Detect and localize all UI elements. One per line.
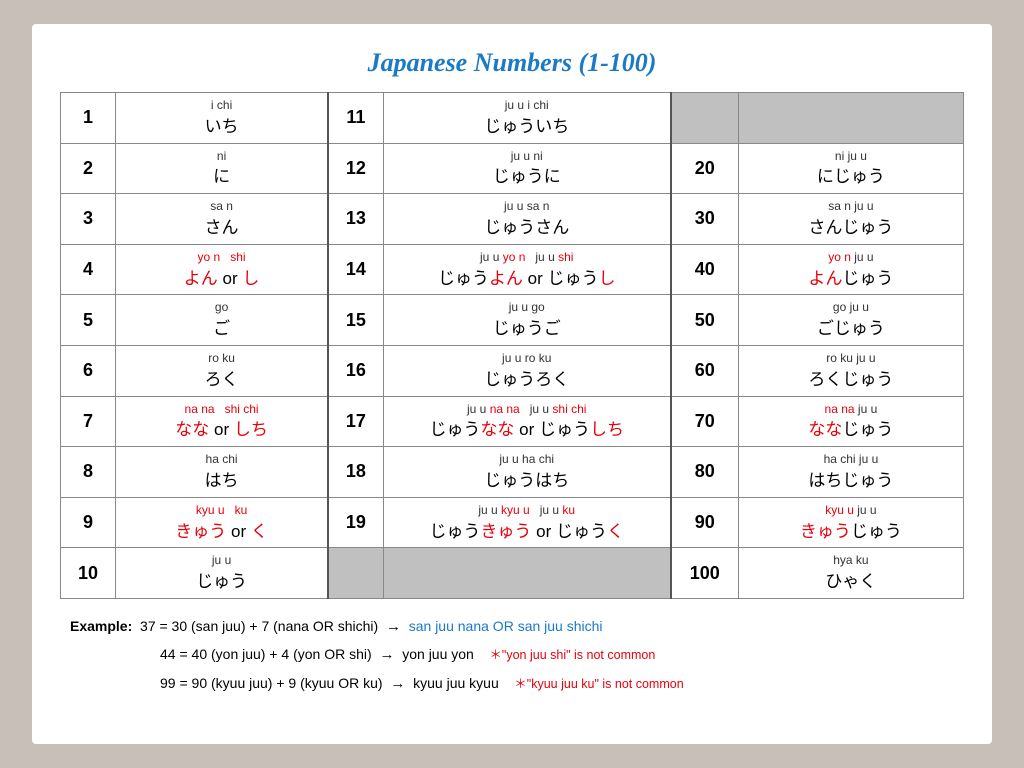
num-16: 16 [328, 345, 383, 396]
word-14: ju u yo n ju u shi じゅうよん or じゅうし [383, 244, 671, 295]
num-60: 60 [671, 345, 739, 396]
num-10: 10 [61, 548, 116, 599]
num-1: 1 [61, 93, 116, 144]
num-80: 80 [671, 447, 739, 498]
num-18: 18 [328, 447, 383, 498]
word-4: yo n shi よん or し [116, 244, 329, 295]
word-30: sa n ju u さんじゅう [738, 194, 963, 245]
num-8: 8 [61, 447, 116, 498]
example-2: 44 = 40 (yon juu) + 4 (yon OR shi) → yon… [160, 641, 964, 670]
example-1: Example: 37 = 30 (san juu) + 7 (nana OR … [70, 613, 964, 642]
numbers-table: 1 i chi いち 11 ju u i chi じゅういち 2 ni に 12… [60, 92, 964, 599]
num-20: 20 [671, 143, 739, 194]
word-1: i chi いち [116, 93, 329, 144]
word-9: kyu u ku きゅう or く [116, 497, 329, 548]
word-2: ni に [116, 143, 329, 194]
num-9: 9 [61, 497, 116, 548]
word-11: ju u i chi じゅういち [383, 93, 671, 144]
ex2-note: ＊"yon juu shi" is not common [489, 648, 655, 662]
ex1-answer: san juu nana OR san juu shichi [409, 618, 603, 634]
num-col3-1 [671, 93, 739, 144]
ex3-note: ＊"kyuu juu ku" is not common [514, 677, 683, 691]
word-13: ju u sa n じゅうさん [383, 194, 671, 245]
word-18: ju u ha chi じゅうはち [383, 447, 671, 498]
num-50: 50 [671, 295, 739, 346]
num-5: 5 [61, 295, 116, 346]
num-7: 7 [61, 396, 116, 447]
num-13: 13 [328, 194, 383, 245]
word-15: ju u go じゅうご [383, 295, 671, 346]
word-8: ha chi はち [116, 447, 329, 498]
num-4: 4 [61, 244, 116, 295]
word-12: ju u ni じゅうに [383, 143, 671, 194]
num-14: 14 [328, 244, 383, 295]
num-col2-10 [328, 548, 383, 599]
word-10: ju u じゅう [116, 548, 329, 599]
word-6: ro ku ろく [116, 345, 329, 396]
word-16: ju u ro ku じゅうろく [383, 345, 671, 396]
num-15: 15 [328, 295, 383, 346]
num-3: 3 [61, 194, 116, 245]
examples-section: Example: 37 = 30 (san juu) + 7 (nana OR … [60, 613, 964, 699]
word-17: ju u na na ju u shi chi じゅうなな or じゅうしち [383, 396, 671, 447]
word-80: ha chi ju u はちじゅう [738, 447, 963, 498]
word-20: ni ju u にじゅう [738, 143, 963, 194]
word-40: yo n ju u よんじゅう [738, 244, 963, 295]
num-30: 30 [671, 194, 739, 245]
example-3: 99 = 90 (kyuu juu) + 9 (kyuu OR ku) → ky… [160, 670, 964, 699]
page-title: Japanese Numbers (1-100) [60, 48, 964, 78]
word-5: go ご [116, 295, 329, 346]
word-70: na na ju u ななじゅう [738, 396, 963, 447]
num-40: 40 [671, 244, 739, 295]
num-17: 17 [328, 396, 383, 447]
word-col3-1 [738, 93, 963, 144]
word-50: go ju u ごじゅう [738, 295, 963, 346]
word-19: ju u kyu u ju u ku じゅうきゅう or じゅうく [383, 497, 671, 548]
num-2: 2 [61, 143, 116, 194]
num-11: 11 [328, 93, 383, 144]
num-6: 6 [61, 345, 116, 396]
num-70: 70 [671, 396, 739, 447]
word-100: hya ku ひゃく [738, 548, 963, 599]
word-90: kyu u ju u きゅうじゅう [738, 497, 963, 548]
word-60: ro ku ju u ろくじゅう [738, 345, 963, 396]
word-3: sa n さん [116, 194, 329, 245]
word-7: na na shi chi なな or しち [116, 396, 329, 447]
num-90: 90 [671, 497, 739, 548]
main-card: Japanese Numbers (1-100) 1 i chi いち 11 j… [32, 24, 992, 744]
word-col2-10 [383, 548, 671, 599]
num-100: 100 [671, 548, 739, 599]
num-19: 19 [328, 497, 383, 548]
num-12: 12 [328, 143, 383, 194]
